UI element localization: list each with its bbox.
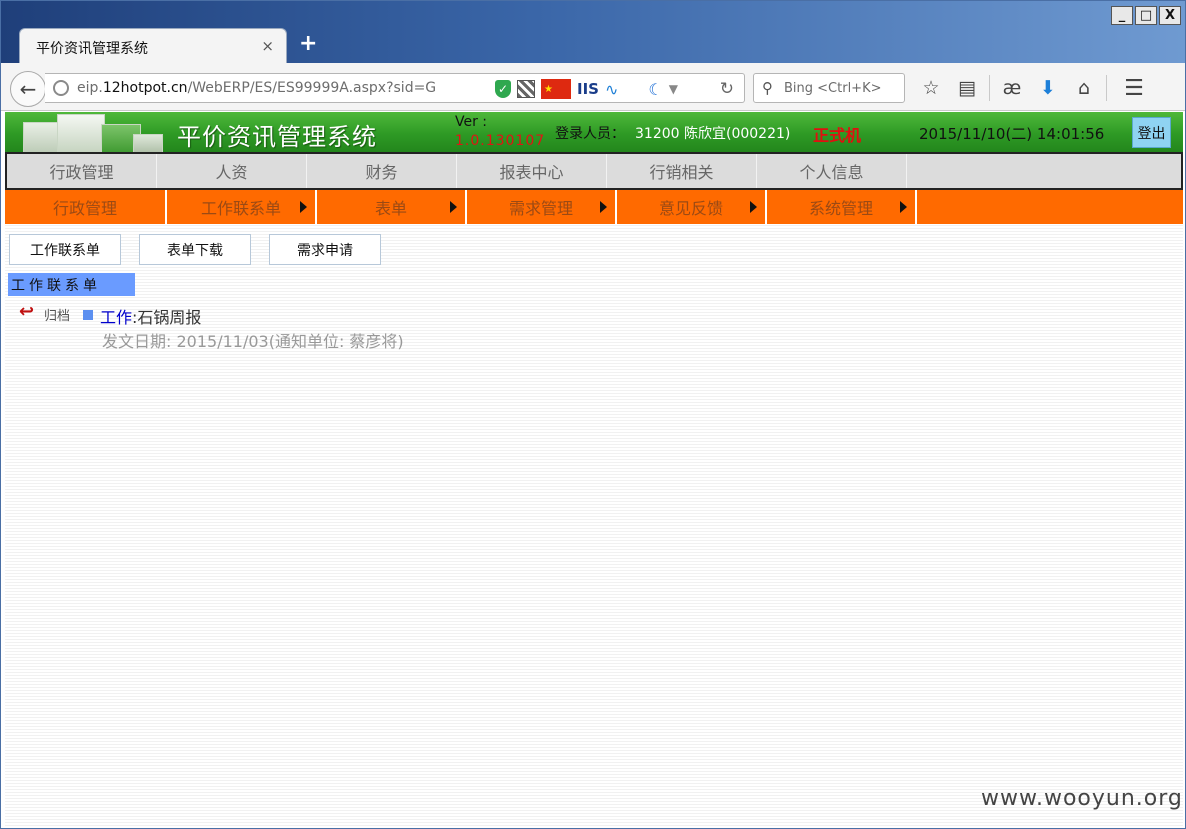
- url-text: eip.12hotpot.cn/WebERP/ES/ES99999A.aspx?…: [77, 80, 436, 96]
- url-bar[interactable]: eip.12hotpot.cn/WebERP/ES/ES99999A.aspx?…: [45, 73, 745, 103]
- navigation-bar: ← eip.12hotpot.cn/WebERP/ES/ES99999A.asp…: [1, 63, 1185, 111]
- toolbar-divider: [1106, 75, 1107, 101]
- sub-menu-label: 行政管理: [52, 199, 117, 218]
- sub-menu-label: 需求管理: [508, 199, 573, 218]
- main-menu-reports[interactable]: 报表中心: [457, 154, 607, 188]
- category-link[interactable]: 工作: [100, 308, 132, 327]
- archive-return-icon[interactable]: ↩: [19, 301, 34, 322]
- url-path: /WebERP/ES/ES99999A.aspx?sid=G: [187, 80, 437, 96]
- watermark-text: www.wooyun.org: [981, 786, 1183, 811]
- sub-menu-forms[interactable]: 表单: [317, 190, 467, 224]
- home-icon[interactable]: ⌂: [1066, 73, 1102, 103]
- sub-menu-requirements[interactable]: 需求管理: [467, 190, 617, 224]
- download-icon[interactable]: ⬇: [1030, 73, 1066, 103]
- shield-icon[interactable]: ✓: [495, 80, 511, 98]
- app-header: 平价资讯管理系统 Ver : 1.0.130107 登录人员： 31200 陈欣…: [5, 112, 1183, 152]
- back-arrow-icon: ←: [19, 77, 37, 101]
- wave-icon[interactable]: ∿: [605, 79, 618, 99]
- entry-subject[interactable]: 石锅周报: [137, 308, 201, 327]
- system-title: 平价资讯管理系统: [177, 123, 377, 151]
- sub-menu: 行政管理 工作联系单 表单 需求管理 意见反馈 系统管理: [5, 190, 1183, 224]
- maximize-button[interactable]: □: [1135, 6, 1157, 25]
- submenu-arrow-icon: [600, 201, 607, 213]
- archive-link[interactable]: 归档: [44, 305, 70, 324]
- main-menu-hr[interactable]: 人资: [157, 154, 307, 188]
- sub-menu-system[interactable]: 系统管理: [767, 190, 917, 224]
- reading-list-icon[interactable]: ▤: [949, 73, 985, 103]
- sub-menu-admin[interactable]: 行政管理: [5, 190, 167, 224]
- qr-code-icon[interactable]: [517, 80, 535, 98]
- submenu-arrow-icon: [450, 201, 457, 213]
- submenu-arrow-icon: [300, 201, 307, 213]
- tab-title: 平价资讯管理系统: [36, 41, 148, 57]
- url-prefix: eip.: [77, 80, 103, 96]
- tab-close-icon[interactable]: ×: [261, 37, 274, 55]
- entry-title: 工作:石锅周报: [100, 304, 201, 328]
- main-menu-marketing[interactable]: 行销相关: [607, 154, 757, 188]
- toolbar-icons: ☆ ▤ æ ⬇ ⌂ ☰: [913, 73, 1157, 103]
- back-button[interactable]: ←: [10, 71, 46, 107]
- browser-tab[interactable]: 平价资讯管理系统 ×: [19, 28, 287, 64]
- submenu-arrow-icon: [750, 201, 757, 213]
- dropdown-arrow-icon[interactable]: ▼: [669, 79, 678, 99]
- requirement-apply-button[interactable]: 需求申请: [269, 234, 381, 265]
- hamburger-menu-icon[interactable]: ☰: [1111, 73, 1157, 103]
- reload-icon[interactable]: ↻: [720, 79, 734, 99]
- sub-menu-feedback[interactable]: 意见反馈: [617, 190, 767, 224]
- search-bar[interactable]: ⚲ Bing <Ctrl+K>: [753, 73, 905, 103]
- main-menu-personal[interactable]: 个人信息: [757, 154, 907, 188]
- minimize-button[interactable]: _: [1111, 6, 1133, 25]
- logout-button[interactable]: 登出: [1132, 117, 1171, 148]
- action-buttons: 工作联系单 表单下载 需求申请: [9, 234, 381, 265]
- work-contact-button[interactable]: 工作联系单: [9, 234, 121, 265]
- china-flag-icon[interactable]: ★: [541, 79, 571, 99]
- browser-window: _ □ X 平价资讯管理系统 × + ← eip.12hotpot.cn/Web…: [0, 0, 1186, 829]
- current-datetime: 2015/11/10(二) 14:01:56: [919, 125, 1105, 143]
- url-domain: 12hotpot.cn: [102, 80, 188, 96]
- login-label: 登录人员：: [555, 126, 625, 142]
- search-icon: ⚲: [762, 79, 773, 97]
- sub-menu-label: 表单: [374, 199, 407, 218]
- section-title: 工作联系单: [8, 273, 135, 296]
- title-bar: _ □ X 平价资讯管理系统 × +: [1, 1, 1185, 64]
- window-controls: _ □ X: [1111, 6, 1181, 25]
- extension-icons: ✓ ★ IIS ∿ ☾ ▼: [495, 78, 678, 100]
- search-placeholder: Bing <Ctrl+K>: [784, 81, 882, 96]
- sub-menu-work-contact[interactable]: 工作联系单: [167, 190, 317, 224]
- bookmark-star-icon[interactable]: ☆: [913, 73, 949, 103]
- sub-menu-label: 系统管理: [808, 199, 873, 218]
- submenu-arrow-icon: [900, 201, 907, 213]
- sub-menu-label: 工作联系单: [200, 199, 281, 218]
- globe-icon: [53, 80, 69, 96]
- login-user: 31200 陈欣宜(000221): [635, 126, 791, 142]
- main-menu: 行政管理 人资 财务 报表中心 行销相关 个人信息: [5, 152, 1183, 190]
- new-tab-button[interactable]: +: [299, 31, 317, 56]
- toolbar-divider: [989, 75, 990, 101]
- form-download-button[interactable]: 表单下载: [139, 234, 251, 265]
- entry-meta: 发文日期: 2015/11/03(通知单位: 蔡彦将): [102, 332, 404, 351]
- sub-menu-label: 意见反馈: [658, 199, 723, 218]
- iis-icon[interactable]: IIS: [577, 79, 599, 99]
- main-menu-finance[interactable]: 财务: [307, 154, 457, 188]
- version-number: 1.0.130107: [455, 133, 546, 149]
- jquery-icon[interactable]: ☾: [648, 79, 662, 99]
- version-label: Ver :: [455, 114, 488, 130]
- main-menu-admin[interactable]: 行政管理: [7, 154, 157, 188]
- close-window-button[interactable]: X: [1159, 6, 1181, 25]
- logo-graphic: [5, 112, 165, 152]
- ae-addon-icon[interactable]: æ: [994, 73, 1030, 103]
- environment-badge: 正式机: [813, 126, 862, 145]
- windows-logo-icon[interactable]: [624, 80, 642, 98]
- bullet-icon: [83, 310, 93, 320]
- web-page: 平价资讯管理系统 Ver : 1.0.130107 登录人员： 31200 陈欣…: [5, 112, 1183, 828]
